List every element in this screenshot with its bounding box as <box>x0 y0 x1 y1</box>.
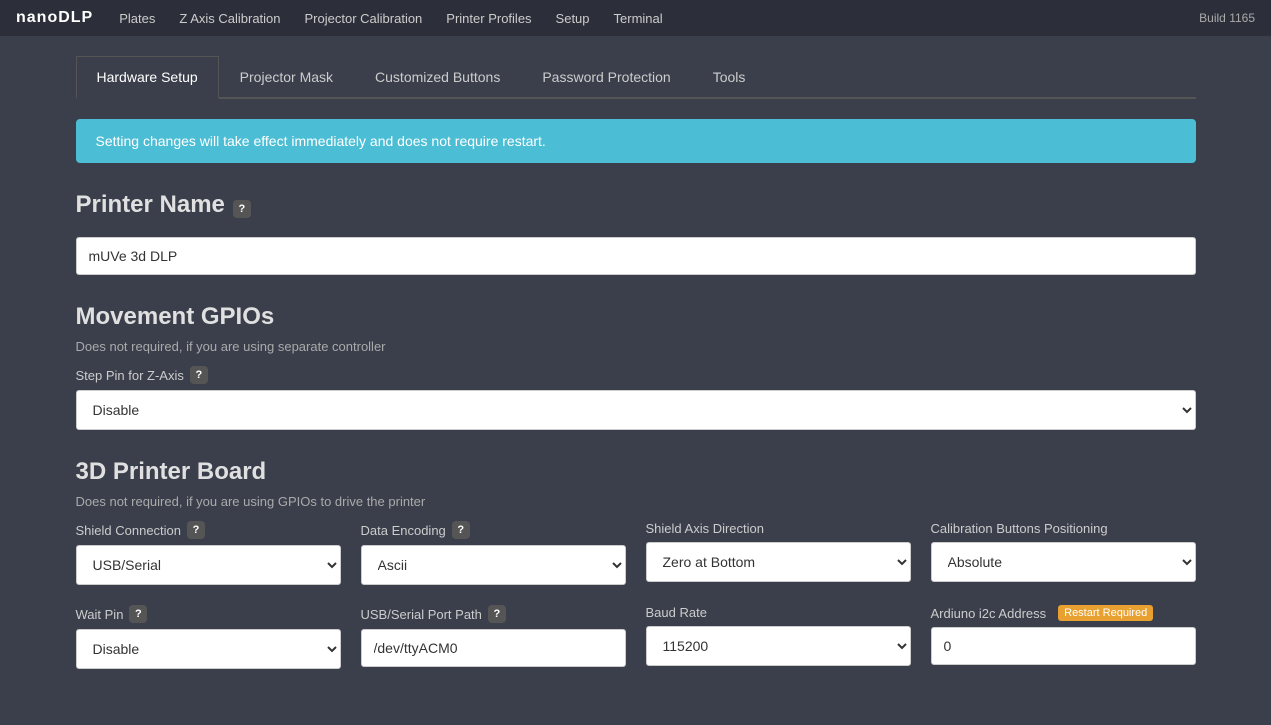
nav-link-projector-calibration[interactable]: Projector Calibration <box>303 3 425 34</box>
shield-axis-select[interactable]: Zero at Bottom Zero at Top <box>646 542 911 582</box>
usb-serial-port-path-group: USB/Serial Port Path ? <box>361 605 626 669</box>
calibration-buttons-group: Calibration Buttons Positioning Absolute… <box>931 521 1196 585</box>
step-pin-select[interactable]: Disable GPIO 2 GPIO 3 GPIO 4 GPIO 5 <box>76 390 1196 430</box>
data-encoding-help-icon[interactable]: ? <box>452 521 470 539</box>
banner-message: Setting changes will take effect immedia… <box>96 133 546 149</box>
wait-pin-group: Wait Pin ? Disable GPIO 2 GPIO 3 GPIO 4 <box>76 605 341 669</box>
usb-serial-port-path-input[interactable] <box>361 629 626 667</box>
data-encoding-label: Data Encoding <box>361 523 446 538</box>
data-encoding-group: Data Encoding ? Ascii Binary <box>361 521 626 585</box>
printer-name-title: Printer Name <box>76 191 225 219</box>
nav-link-printer-profiles[interactable]: Printer Profiles <box>444 3 533 34</box>
arduino-i2c-address-group: Ardiuno i2c Address Restart Required <box>931 605 1196 669</box>
printer-board-title: 3D Printer Board <box>76 458 1196 486</box>
tab-projector-mask[interactable]: Projector Mask <box>219 56 354 99</box>
printer-board-row1: Shield Connection ? USB/Serial Serial I2… <box>76 521 1196 605</box>
calibration-buttons-label-row: Calibration Buttons Positioning <box>931 521 1196 536</box>
shield-axis-label-row: Shield Axis Direction <box>646 521 911 536</box>
arduino-i2c-label: Ardiuno i2c Address <box>931 606 1047 621</box>
build-number: Build 1165 <box>1199 11 1255 25</box>
nav-link-plates[interactable]: Plates <box>117 3 157 34</box>
printer-board-section: 3D Printer Board Does not required, if y… <box>76 458 1196 689</box>
nav-link-terminal[interactable]: Terminal <box>612 3 665 34</box>
printer-board-row2: Wait Pin ? Disable GPIO 2 GPIO 3 GPIO 4 … <box>76 605 1196 689</box>
wait-pin-label: Wait Pin <box>76 607 124 622</box>
tab-password-protection[interactable]: Password Protection <box>521 56 691 99</box>
printer-name-input[interactable] <box>76 237 1196 275</box>
tab-customized-buttons[interactable]: Customized Buttons <box>354 56 521 99</box>
nav-link-z-axis[interactable]: Z Axis Calibration <box>177 3 282 34</box>
step-pin-label: Step Pin for Z-Axis <box>76 368 184 383</box>
wait-pin-label-row: Wait Pin ? <box>76 605 341 623</box>
step-pin-group: Step Pin for Z-Axis ? Disable GPIO 2 GPI… <box>76 366 1196 430</box>
tab-hardware-setup[interactable]: Hardware Setup <box>76 56 219 99</box>
printer-name-section: Printer Name ? <box>76 191 1196 275</box>
topnav: nanoDLP Plates Z Axis Calibration Projec… <box>0 0 1271 36</box>
shield-connection-label-row: Shield Connection ? <box>76 521 341 539</box>
logo: nanoDLP <box>16 9 93 27</box>
usb-serial-port-path-help-icon[interactable]: ? <box>488 605 506 623</box>
baud-rate-select[interactable]: 9600 19200 38400 57600 115200 250000 <box>646 626 911 666</box>
shield-connection-help-icon[interactable]: ? <box>187 521 205 539</box>
info-banner: Setting changes will take effect immedia… <box>76 119 1196 163</box>
step-pin-label-row: Step Pin for Z-Axis ? <box>76 366 1196 384</box>
nav-link-setup[interactable]: Setup <box>554 3 592 34</box>
nav-links: Plates Z Axis Calibration Projector Cali… <box>117 3 1199 34</box>
step-pin-help-icon[interactable]: ? <box>190 366 208 384</box>
movement-gpios-desc: Does not required, if you are using sepa… <box>76 339 1196 354</box>
main-content: Hardware Setup Projector Mask Customized… <box>36 36 1236 725</box>
shield-connection-select[interactable]: USB/Serial Serial I2C None <box>76 545 341 585</box>
usb-serial-port-path-label: USB/Serial Port Path <box>361 607 482 622</box>
movement-gpios-section: Movement GPIOs Does not required, if you… <box>76 303 1196 430</box>
data-encoding-select[interactable]: Ascii Binary <box>361 545 626 585</box>
shield-connection-group: Shield Connection ? USB/Serial Serial I2… <box>76 521 341 585</box>
baud-rate-label-row: Baud Rate <box>646 605 911 620</box>
tab-bar: Hardware Setup Projector Mask Customized… <box>76 56 1196 99</box>
calibration-buttons-select[interactable]: Absolute Relative <box>931 542 1196 582</box>
movement-gpios-title: Movement GPIOs <box>76 303 1196 331</box>
printer-name-help-icon[interactable]: ? <box>233 200 251 218</box>
printer-board-desc: Does not required, if you are using GPIO… <box>76 494 1196 509</box>
arduino-i2c-label-row: Ardiuno i2c Address Restart Required <box>931 605 1196 621</box>
shield-connection-label: Shield Connection <box>76 523 182 538</box>
shield-axis-group: Shield Axis Direction Zero at Bottom Zer… <box>646 521 911 585</box>
baud-rate-label: Baud Rate <box>646 605 707 620</box>
logo-text: nanoDLP <box>16 9 93 26</box>
wait-pin-select[interactable]: Disable GPIO 2 GPIO 3 GPIO 4 <box>76 629 341 669</box>
wait-pin-help-icon[interactable]: ? <box>129 605 147 623</box>
usb-serial-port-path-label-row: USB/Serial Port Path ? <box>361 605 626 623</box>
tab-tools[interactable]: Tools <box>692 56 767 99</box>
data-encoding-label-row: Data Encoding ? <box>361 521 626 539</box>
arduino-i2c-address-input[interactable] <box>931 627 1196 665</box>
calibration-buttons-label: Calibration Buttons Positioning <box>931 521 1108 536</box>
restart-required-badge: Restart Required <box>1058 605 1153 621</box>
baud-rate-group: Baud Rate 9600 19200 38400 57600 115200 … <box>646 605 911 669</box>
shield-axis-label: Shield Axis Direction <box>646 521 765 536</box>
